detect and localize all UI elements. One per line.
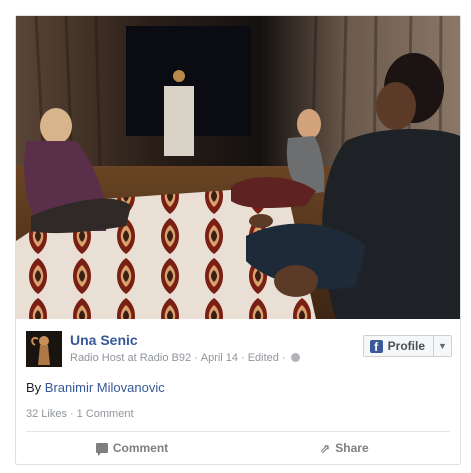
divider bbox=[26, 431, 450, 432]
post-text: By Branimir Milovanovic bbox=[26, 380, 165, 395]
comments-count-link[interactable]: 1 Comment bbox=[77, 408, 134, 420]
post-photo[interactable] bbox=[16, 16, 460, 319]
author-name-link[interactable]: Una Senic bbox=[70, 332, 138, 348]
comment-button[interactable]: Comment bbox=[26, 434, 238, 462]
avatar[interactable] bbox=[26, 331, 62, 367]
edited-link[interactable]: Edited bbox=[248, 352, 279, 364]
post-actions: Comment ⇗ Share bbox=[26, 434, 450, 462]
post-date-link[interactable]: April 14 bbox=[201, 352, 238, 364]
profile-button-label: Profile bbox=[387, 339, 425, 353]
comment-icon bbox=[95, 443, 108, 456]
post-card: Una Senic Radio Host at Radio B92 · April … bbox=[15, 15, 461, 465]
share-button[interactable]: ⇗ Share bbox=[238, 434, 450, 462]
likes-count-link[interactable]: 32 Likes bbox=[26, 408, 67, 420]
profile-button[interactable]: f Profile ▼ bbox=[362, 335, 452, 357]
credit-link[interactable]: Branimir Milovanovic bbox=[45, 380, 165, 395]
globe-icon[interactable] bbox=[290, 353, 300, 362]
facebook-icon: f bbox=[369, 339, 383, 353]
share-button-label: Share bbox=[335, 441, 369, 455]
share-icon: ⇗ bbox=[319, 440, 331, 456]
profile-button-main[interactable]: f Profile bbox=[364, 336, 433, 356]
post-text-prefix: By bbox=[26, 380, 42, 395]
post-header: Una Senic Radio Host at Radio B92 · April … bbox=[26, 331, 452, 371]
post-stats: 32 Likes · 1 Comment bbox=[26, 408, 134, 420]
comment-button-label: Comment bbox=[112, 441, 169, 455]
author-role: Radio Host at Radio B92 bbox=[70, 352, 192, 364]
chevron-down-icon[interactable]: ▼ bbox=[433, 336, 451, 356]
post-meta: Radio Host at Radio B92 · April 14 · Edited · bbox=[70, 352, 300, 364]
